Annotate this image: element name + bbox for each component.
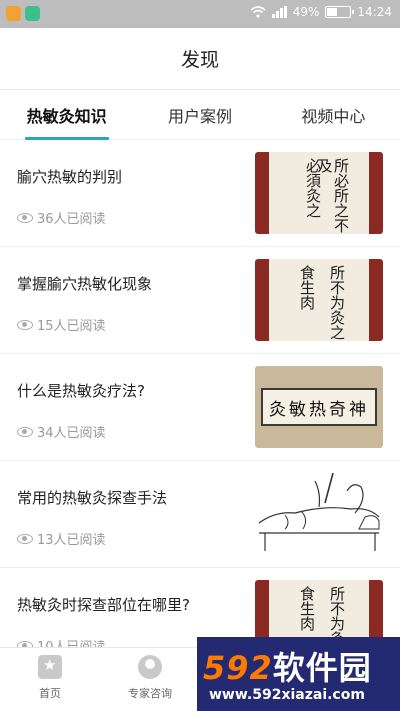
article-title: 热敏灸时探查部位在哪里? [17, 596, 190, 614]
nav-home[interactable]: 首页 [0, 648, 100, 711]
article-title: 常用的热敏灸探查手法 [17, 489, 168, 507]
list-item[interactable]: 什么是热敏灸疗法? 34人已阅读 神奇热敏灸 [0, 354, 400, 461]
tab-video-center[interactable]: 视频中心 [267, 90, 400, 139]
app-notification-icon [6, 6, 21, 21]
watermark-title: 592软件园 [203, 643, 372, 689]
app-notification-icon [25, 6, 40, 21]
page-title: 发现 [180, 49, 219, 71]
clock: 14:24 [357, 5, 392, 19]
calligraphy-scroll-image: 食生肉 所不为灸之 [255, 259, 383, 341]
signal-icon [271, 6, 287, 18]
read-count-text: 34人已阅读 [37, 426, 106, 441]
read-count: 34人已阅读 [17, 422, 106, 441]
article-title: 掌握腧穴热敏化现象 [17, 275, 153, 293]
calligraphy-text: 食生肉 [298, 586, 316, 631]
status-bar: 49% 14:24 [0, 0, 400, 28]
nav-label: 首页 [39, 687, 61, 700]
nav-label: 专家咨询 [128, 687, 172, 700]
tab-knowledge[interactable]: 热敏灸知识 [0, 90, 133, 139]
nav-expert[interactable]: 专家咨询 [100, 648, 200, 711]
eye-icon [17, 319, 33, 330]
battery-icon [325, 6, 355, 18]
watermark-logo: 592软件园 www.592xiazai.com [197, 637, 400, 711]
watermark-brand: 软件园 [272, 649, 372, 687]
eye-icon [17, 426, 33, 437]
list-item[interactable]: 腧穴热敏的判别 36人已阅读 所必所之不及 必須灸之 [0, 140, 400, 247]
article-list: 腧穴热敏的判别 36人已阅读 所必所之不及 必須灸之 掌握腧穴热敏化现象 15人… [0, 140, 400, 675]
wifi-icon [250, 6, 266, 18]
battery-percent: 49% [292, 5, 320, 19]
eye-icon [17, 212, 33, 223]
calligraphy-text: 食生肉 [298, 265, 316, 310]
tab-user-cases[interactable]: 用户案例 [133, 90, 266, 139]
moxibustion-sketch-image [255, 473, 383, 555]
eye-icon [17, 533, 33, 544]
calligraphy-text: 所不为灸之 [328, 265, 346, 340]
list-item[interactable]: 常用的热敏灸探查手法 13人已阅读 [0, 461, 400, 568]
calligraphy-plaque-image: 神奇热敏灸 [255, 366, 383, 448]
watermark-number: 592 [203, 649, 273, 687]
read-count-text: 13人已阅读 [37, 533, 106, 548]
read-count: 13人已阅读 [17, 529, 106, 548]
home-icon [38, 655, 62, 679]
read-count-text: 36人已阅读 [37, 212, 106, 227]
list-item[interactable]: 掌握腧穴热敏化现象 15人已阅读 食生肉 所不为灸之 [0, 247, 400, 354]
article-title: 什么是热敏灸疗法? [17, 382, 145, 400]
calligraphy-text: 必須灸之 [304, 158, 322, 218]
header: 发现 [0, 28, 400, 90]
watermark-url: www.592xiazai.com [209, 687, 365, 703]
calligraphy-scroll-image: 所必所之不及 必須灸之 [255, 152, 383, 234]
plaque-text: 神奇热敏灸 [261, 388, 377, 426]
expert-icon [138, 655, 162, 679]
article-title: 腧穴热敏的判别 [17, 168, 123, 186]
read-count: 36人已阅读 [17, 208, 106, 227]
tab-bar: 热敏灸知识 用户案例 视频中心 [0, 90, 400, 140]
read-count: 15人已阅读 [17, 315, 106, 334]
read-count-text: 15人已阅读 [37, 319, 106, 334]
